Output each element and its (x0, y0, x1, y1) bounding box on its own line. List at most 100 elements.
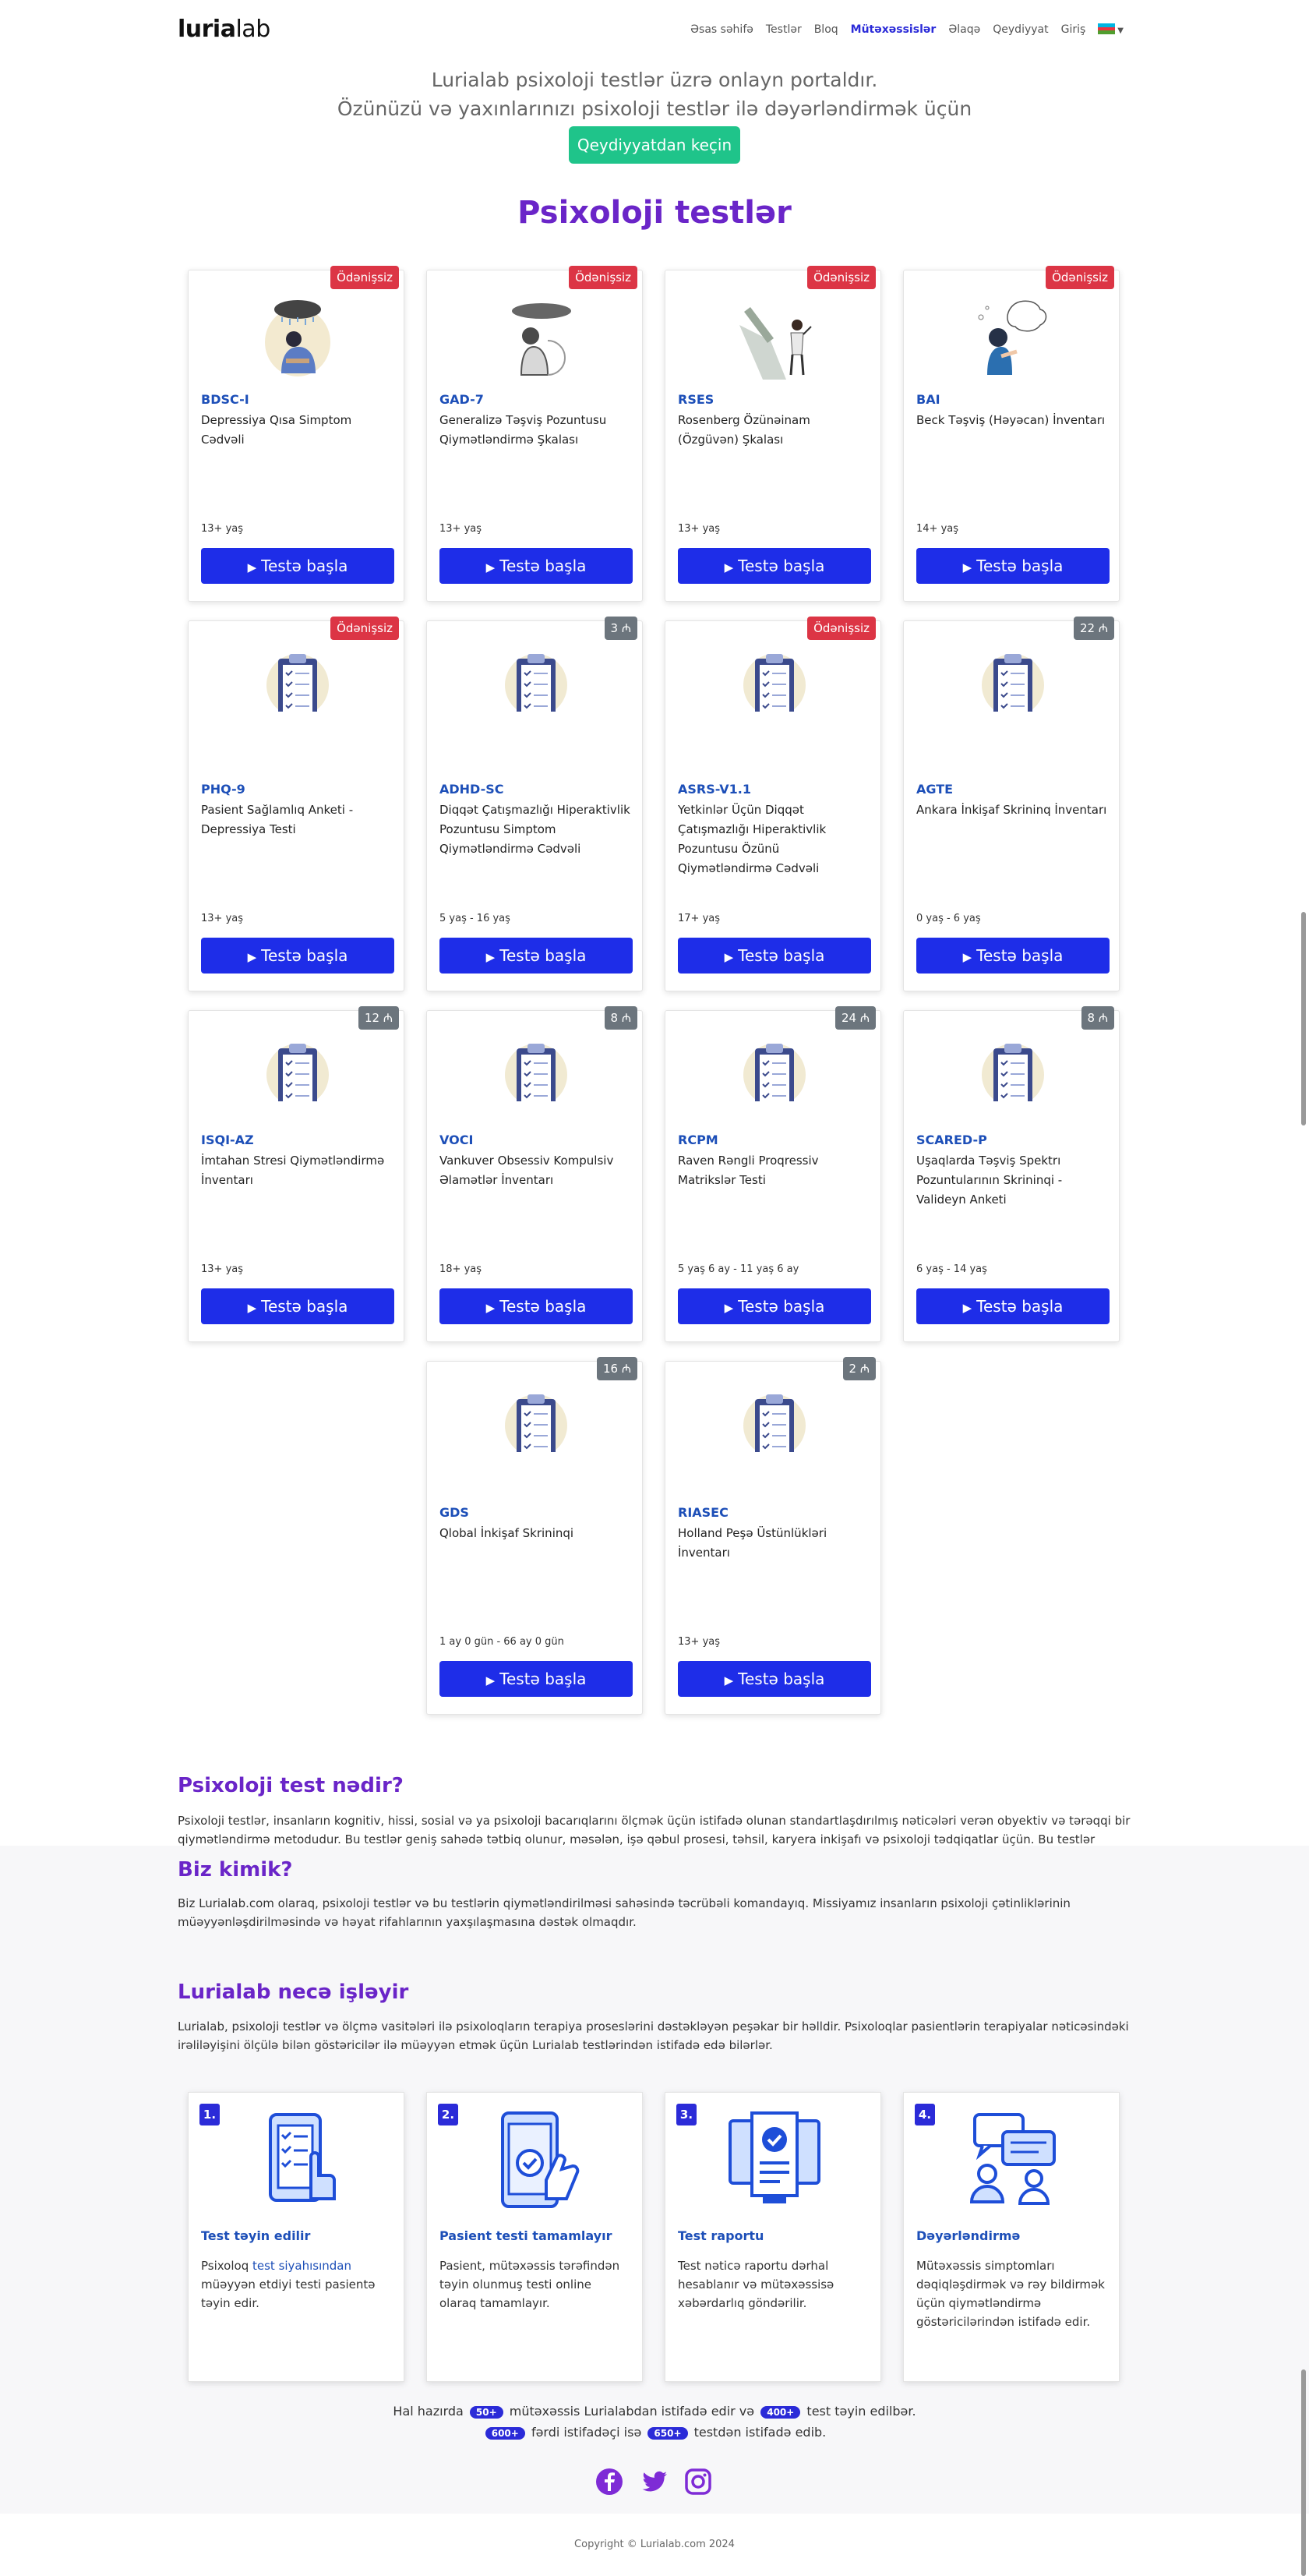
test-name: Yetkinlər Üçün Diqqət Çatışmazlığı Hiper… (678, 803, 827, 875)
test-age: 17+ yaş (678, 913, 720, 924)
step-card-1: 1. Test təyin edilir Psixoloq test siyah… (188, 2092, 404, 2382)
start-test-button[interactable]: ▶ Testə başla (201, 548, 394, 584)
facebook-icon[interactable] (595, 2467, 624, 2496)
start-test-button[interactable]: ▶ Testə başla (916, 548, 1110, 584)
self-esteem-shadow-icon (739, 307, 812, 380)
test-age: 13+ yaş (678, 523, 720, 535)
step-number: 1. (199, 2104, 220, 2125)
start-test-button[interactable]: ▶ Testə başla (201, 938, 394, 974)
phone-tap-check-icon (501, 2111, 580, 2208)
price-badge: 8 ₼ (604, 1006, 637, 1030)
worried-person-thoughts-icon (978, 300, 1047, 375)
start-test-button[interactable]: ▶ Testə başla (916, 938, 1110, 974)
step-text: Psixoloq test siyahısından müəyyən etdiy… (201, 2259, 376, 2310)
start-test-button[interactable]: ▶ Testə başla (678, 1661, 871, 1697)
price-badge: 16 ₼ (596, 1357, 637, 1380)
test-list-link[interactable]: test siyahısından (252, 2259, 351, 2273)
play-icon: ▶ (724, 950, 734, 964)
start-test-button[interactable]: ▶ Testə başla (678, 938, 871, 974)
test-code[interactable]: AGTE (916, 782, 953, 797)
test-card: 12 ₼ ISQI-AZ İmtahan Stresi Qiymətləndirmə… (188, 1006, 404, 1342)
test-age: 18+ yaş (439, 1263, 482, 1275)
scrollbar-thumb[interactable] (1301, 912, 1306, 1125)
test-code[interactable]: RCPM (678, 1133, 718, 1147)
start-test-button[interactable]: ▶ Testə başla (439, 1288, 633, 1324)
clipboard-icon (982, 1044, 1044, 1109)
clipboard-icon (505, 1394, 567, 1460)
test-code[interactable]: PHQ-9 (201, 782, 245, 797)
nav-item-specialists[interactable]: Mütəxəssislər (851, 23, 937, 36)
test-age: 6 yaş - 14 yaş (916, 1263, 987, 1275)
test-age: 1 ay 0 gün - 66 ay 0 gün (439, 1636, 564, 1648)
price-badge: Ödənişsiz (330, 266, 399, 289)
nav-item-blog[interactable]: Bloq (814, 23, 838, 36)
step-title: Test raportu (678, 2228, 764, 2243)
test-age: 13+ yaş (201, 523, 243, 535)
start-test-button[interactable]: ▶ Testə başla (678, 1288, 871, 1324)
specialists-count-badge: 50+ (469, 2406, 503, 2419)
test-code[interactable]: ISQI-AZ (201, 1133, 254, 1147)
price-badge: 12 ₼ (358, 1006, 399, 1030)
how-it-works-title: Lurialab necə işləyir (178, 1981, 409, 2004)
start-test-button[interactable]: ▶ Testə başla (439, 1661, 633, 1697)
tests-used-count-badge: 650+ (647, 2427, 688, 2440)
test-code[interactable]: ASRS-V1.1 (678, 782, 751, 797)
nav-item-contact[interactable]: Əlaqə (948, 23, 980, 36)
test-name: Ankara İnkişaf Skrininq İnventarı (916, 803, 1107, 817)
logo[interactable]: lurialab (178, 16, 270, 43)
step-number: 3. (676, 2104, 697, 2125)
test-code[interactable]: BAI (916, 392, 940, 407)
start-test-button[interactable]: ▶ Testə başla (678, 548, 871, 584)
price-badge: Ödənişsiz (807, 266, 876, 289)
play-icon: ▶ (485, 1301, 496, 1315)
start-test-button[interactable]: ▶ Testə başla (439, 938, 633, 974)
start-test-button[interactable]: ▶ Testə başla (439, 548, 633, 584)
play-icon: ▶ (247, 950, 257, 964)
nav-menu: Əsas səhifə Testlər Bloq Mütəxəssislər Ə… (690, 23, 1124, 36)
register-button[interactable]: Qeydiyyatdan keçin (569, 126, 740, 164)
test-name: Rosenberg Özünəinam (Özgüvən) Şkalası (678, 413, 810, 447)
step-number: 4. (915, 2104, 935, 2125)
nav-item-login[interactable]: Giriş (1061, 23, 1086, 36)
twitter-icon[interactable] (640, 2467, 669, 2496)
language-dropdown[interactable]: ▼ (1098, 23, 1124, 36)
step-title: Test təyin edilir (201, 2228, 311, 2243)
test-code[interactable]: GAD-7 (439, 392, 484, 407)
play-icon: ▶ (485, 560, 496, 574)
start-test-button[interactable]: ▶ Testə başla (916, 1288, 1110, 1324)
step-card-4: 4. Dəyərləndirmə Mütəxəssis simptomları … (903, 2092, 1120, 2382)
test-card: 8 ₼ SCARED-P Uşaqlarda Təşviş Spektrı Pozu… (903, 1006, 1120, 1342)
start-test-button[interactable]: ▶ Testə başla (201, 1288, 394, 1324)
step-card-2: 2. Pasient testi tamamlayır Pasient, müt… (426, 2092, 643, 2382)
play-icon: ▶ (962, 1301, 972, 1315)
test-card: Ödənişsiz RSES Rosenberg Özünəinam (Özgüvə… (665, 266, 881, 602)
test-code[interactable]: ADHD-SC (439, 782, 504, 797)
stats-line-2: 600+ fərdi istifadəçi isə 650+ testdən i… (0, 2425, 1309, 2440)
instagram-icon[interactable] (683, 2467, 713, 2496)
nav-item-register[interactable]: Qeydiyyat (993, 23, 1048, 36)
nav-item-tests[interactable]: Testlər (766, 23, 802, 36)
assigned-count-badge: 400+ (760, 2406, 801, 2419)
play-icon: ▶ (485, 950, 496, 964)
test-card: Ödənişsiz BDSC-I Depressiya Qısa Simptom C… (188, 266, 404, 602)
test-age: 13+ yaş (678, 1636, 720, 1648)
chevron-down-icon: ▼ (1117, 27, 1124, 35)
step-text: Mütəxəssis simptomları dəqiqləşdirmək və… (916, 2259, 1105, 2329)
test-code[interactable]: GDS (439, 1505, 469, 1520)
test-name: Vankuver Obsessiv Kompulsiv Əlamətlər İn… (439, 1154, 614, 1187)
test-age: 5 yaş 6 ay - 11 yaş 6 ay (678, 1263, 799, 1275)
test-code[interactable]: BDSC-I (201, 392, 249, 407)
sad-person-cloud-icon (265, 300, 330, 376)
test-code[interactable]: SCARED-P (916, 1133, 987, 1147)
test-code[interactable]: VOCI (439, 1133, 473, 1147)
test-code[interactable]: RSES (678, 392, 714, 407)
test-age: 5 yaş - 16 yaş (439, 913, 510, 924)
nav-item-home[interactable]: Əsas səhifə (690, 23, 753, 36)
test-card: Ödənişsiz BAI Beck Təşviş (Həyəcan) İnvent… (903, 266, 1120, 602)
scrollbar-thumb-2[interactable] (1301, 2369, 1306, 2576)
test-name: Depressiya Qısa Simptom Cədvəli (201, 413, 352, 447)
test-name: Generalizə Təşviş Pozuntusu Qiymətləndir… (439, 413, 607, 447)
who-we-are-text: Biz Lurialab.com olaraq, psixoloji testl… (178, 1896, 1071, 1929)
who-we-are-title: Biz kimik? (178, 1858, 293, 1882)
test-code[interactable]: RIASEC (678, 1505, 729, 1520)
